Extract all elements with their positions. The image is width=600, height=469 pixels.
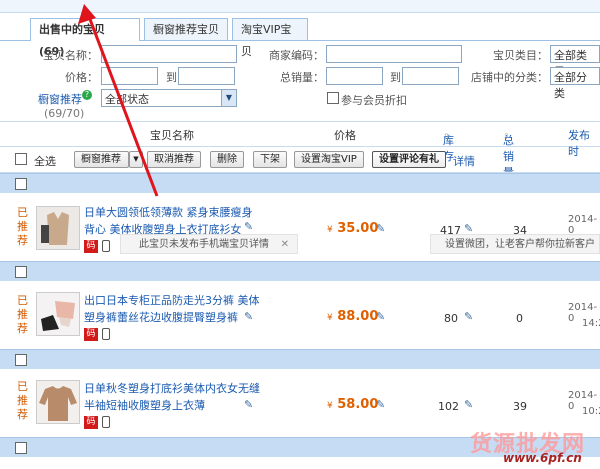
- arrow-shaft: [86, 13, 159, 197]
- annotation-arrow: [78, 4, 159, 197]
- arrow-head-icon: [78, 4, 96, 24]
- watermark-url: www.6pf.cn: [503, 451, 582, 465]
